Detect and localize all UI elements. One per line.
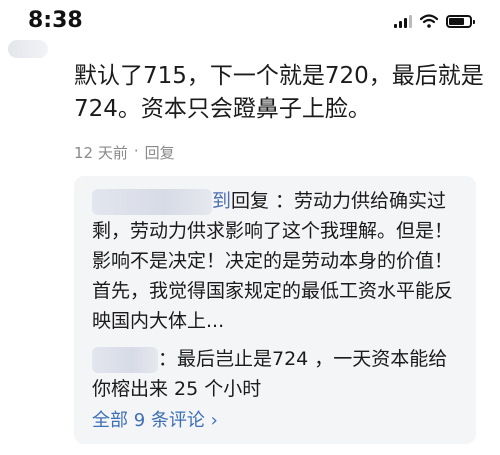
comment-time: 12 天前 — [74, 144, 128, 162]
avatar[interactable] — [8, 40, 48, 58]
comment-text: 默认了715，下一个就是720，最后就是724。资本只会蹬鼻子上脸。 — [74, 63, 484, 122]
cellular-signal-icon — [394, 14, 412, 28]
reply-item[interactable]: 到回复 ：劳动力供给确实过剩，劳动力供求影响了这个我理解。但是！影响不是决定！决… — [92, 186, 464, 336]
view-all-comments-link[interactable]: 全部 9 条评论 › — [92, 406, 218, 432]
battery-icon — [446, 14, 475, 28]
reply-author-name[interactable] — [92, 346, 158, 373]
replies-panel: 到回复 ：劳动力供给确实过剩，劳动力供求影响了这个我理解。但是！影响不是决定！决… — [74, 176, 476, 444]
battery-level — [449, 17, 465, 25]
reply-item[interactable]: ：最后岂止是724 ，一天资本能给你榕出来 25 个小时 — [92, 344, 464, 404]
reply-button[interactable]: 回复 — [145, 142, 175, 163]
reply-author-suffix[interactable]: 到 — [212, 190, 231, 212]
status-time: 8:38 — [28, 8, 83, 33]
status-icons — [394, 14, 475, 28]
status-bar: 8:38 — [0, 0, 500, 44]
comment-meta: 12 天前 · 回复 — [74, 142, 175, 163]
reply-author-name[interactable] — [92, 188, 212, 215]
meta-separator: · — [133, 142, 139, 160]
wifi-icon — [420, 14, 438, 28]
